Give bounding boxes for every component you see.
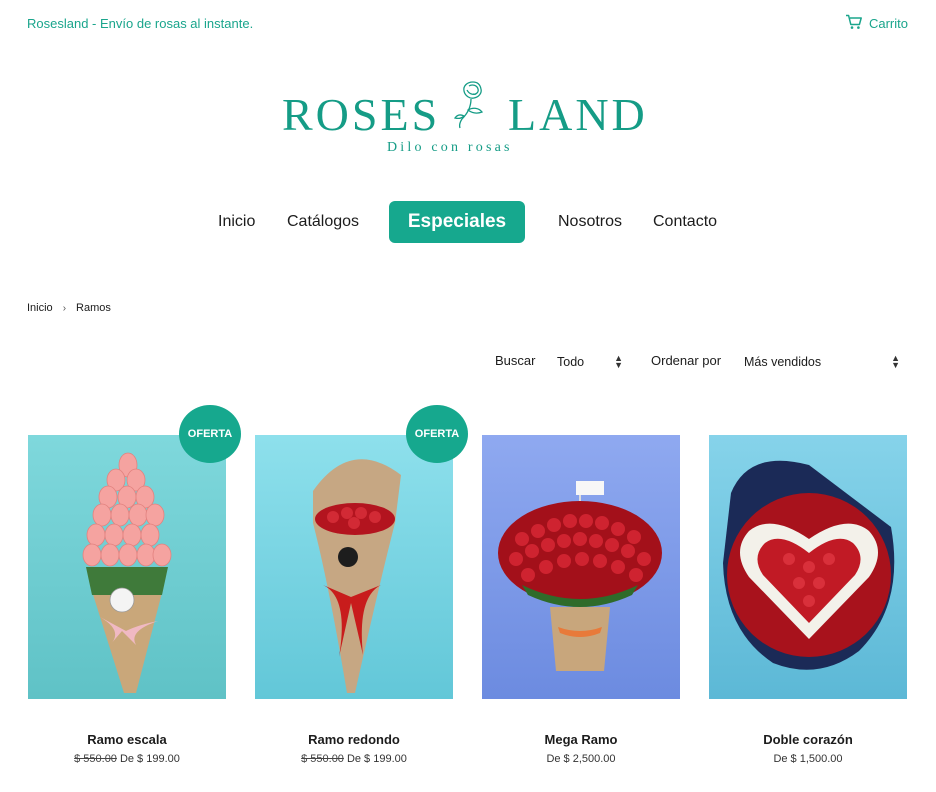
breadcrumb: Inicio › Ramos	[27, 302, 111, 314]
product-sale-price: De $ 199.00	[119, 753, 180, 765]
logo-subtitle: Dilo con rosas	[387, 140, 513, 155]
product-card[interactable]: Mega Ramo De $ 2,500.00	[482, 435, 680, 765]
logo-word-right: LAND	[508, 89, 648, 140]
product-name[interactable]: Doble corazón	[709, 732, 907, 747]
product-price: De $ 1,500.00	[709, 753, 907, 765]
breadcrumb-current: Ramos	[76, 302, 111, 314]
product-old-price: $ 550.00	[301, 753, 344, 765]
nav-item-contacto[interactable]: Contacto	[653, 213, 717, 231]
product-name[interactable]: Mega Ramo	[482, 732, 680, 747]
product-price: $ 550.00 De $ 199.00	[255, 753, 453, 765]
product-card[interactable]: OFERTA Ramo escala $ 550.00 De $ 199.00	[28, 405, 241, 765]
nav-item-inicio[interactable]: Inicio	[218, 213, 255, 231]
product-image[interactable]	[482, 435, 680, 699]
sale-badge: OFERTA	[179, 405, 241, 463]
cart-icon	[845, 14, 863, 33]
nav-item-nosotros[interactable]: Nosotros	[558, 213, 622, 231]
product-sale-price: De $ 199.00	[346, 753, 407, 765]
sort-filter-value: Más vendidos	[744, 355, 822, 369]
product-price: $ 550.00 De $ 199.00	[28, 753, 226, 765]
product-image[interactable]: OFERTA	[255, 405, 468, 699]
product-card[interactable]: OFERTA Ramo redondo $ 550.00 De $ 199.00	[255, 405, 468, 765]
search-filter-select[interactable]: Todo ▲ ▼	[557, 351, 623, 373]
product-image[interactable]: OFERTA	[28, 405, 241, 699]
top-bar: Rosesland - Envío de rosas al instante. …	[0, 0, 936, 46]
brand-logo[interactable]: ROSES LAND Dilo con rosas	[280, 78, 650, 160]
sort-filter-label: Ordenar por	[651, 353, 722, 368]
product-sale-price: De $ 2,500.00	[546, 753, 616, 765]
logo-word-left: ROSES	[282, 89, 441, 140]
store-tagline: Rosesland - Envío de rosas al instante.	[27, 16, 254, 31]
breadcrumb-home[interactable]: Inicio	[27, 302, 53, 314]
main-nav: Inicio Catálogos Especiales Nosotros Con…	[0, 200, 936, 244]
product-price: De $ 2,500.00	[482, 753, 680, 765]
nav-item-catalogos[interactable]: Catálogos	[287, 213, 359, 231]
product-image[interactable]	[709, 435, 907, 699]
search-filter-label: Buscar	[495, 353, 536, 368]
product-name[interactable]: Ramo redondo	[255, 732, 453, 747]
collection-filters: Buscar Todo ▲ ▼ Ordenar por Más vendidos …	[0, 350, 936, 374]
product-card[interactable]: Doble corazón De $ 1,500.00	[709, 435, 907, 765]
rose-logo-icon	[450, 78, 496, 134]
nav-item-especiales[interactable]: Especiales	[389, 201, 525, 243]
search-filter-value: Todo	[557, 355, 585, 369]
breadcrumb-separator: ›	[62, 302, 67, 314]
sort-filter-select[interactable]: Más vendidos ▲ ▼	[744, 351, 900, 373]
product-sale-price: De $ 1,500.00	[773, 753, 843, 765]
product-old-price: $ 550.00	[74, 753, 117, 765]
sale-badge: OFERTA	[406, 405, 468, 463]
select-arrows-icon: ▲ ▼	[614, 353, 623, 370]
select-arrows-icon: ▲ ▼	[891, 353, 900, 370]
cart-link[interactable]: Carrito	[845, 14, 908, 33]
product-name[interactable]: Ramo escala	[28, 732, 226, 747]
cart-label: Carrito	[868, 16, 908, 31]
